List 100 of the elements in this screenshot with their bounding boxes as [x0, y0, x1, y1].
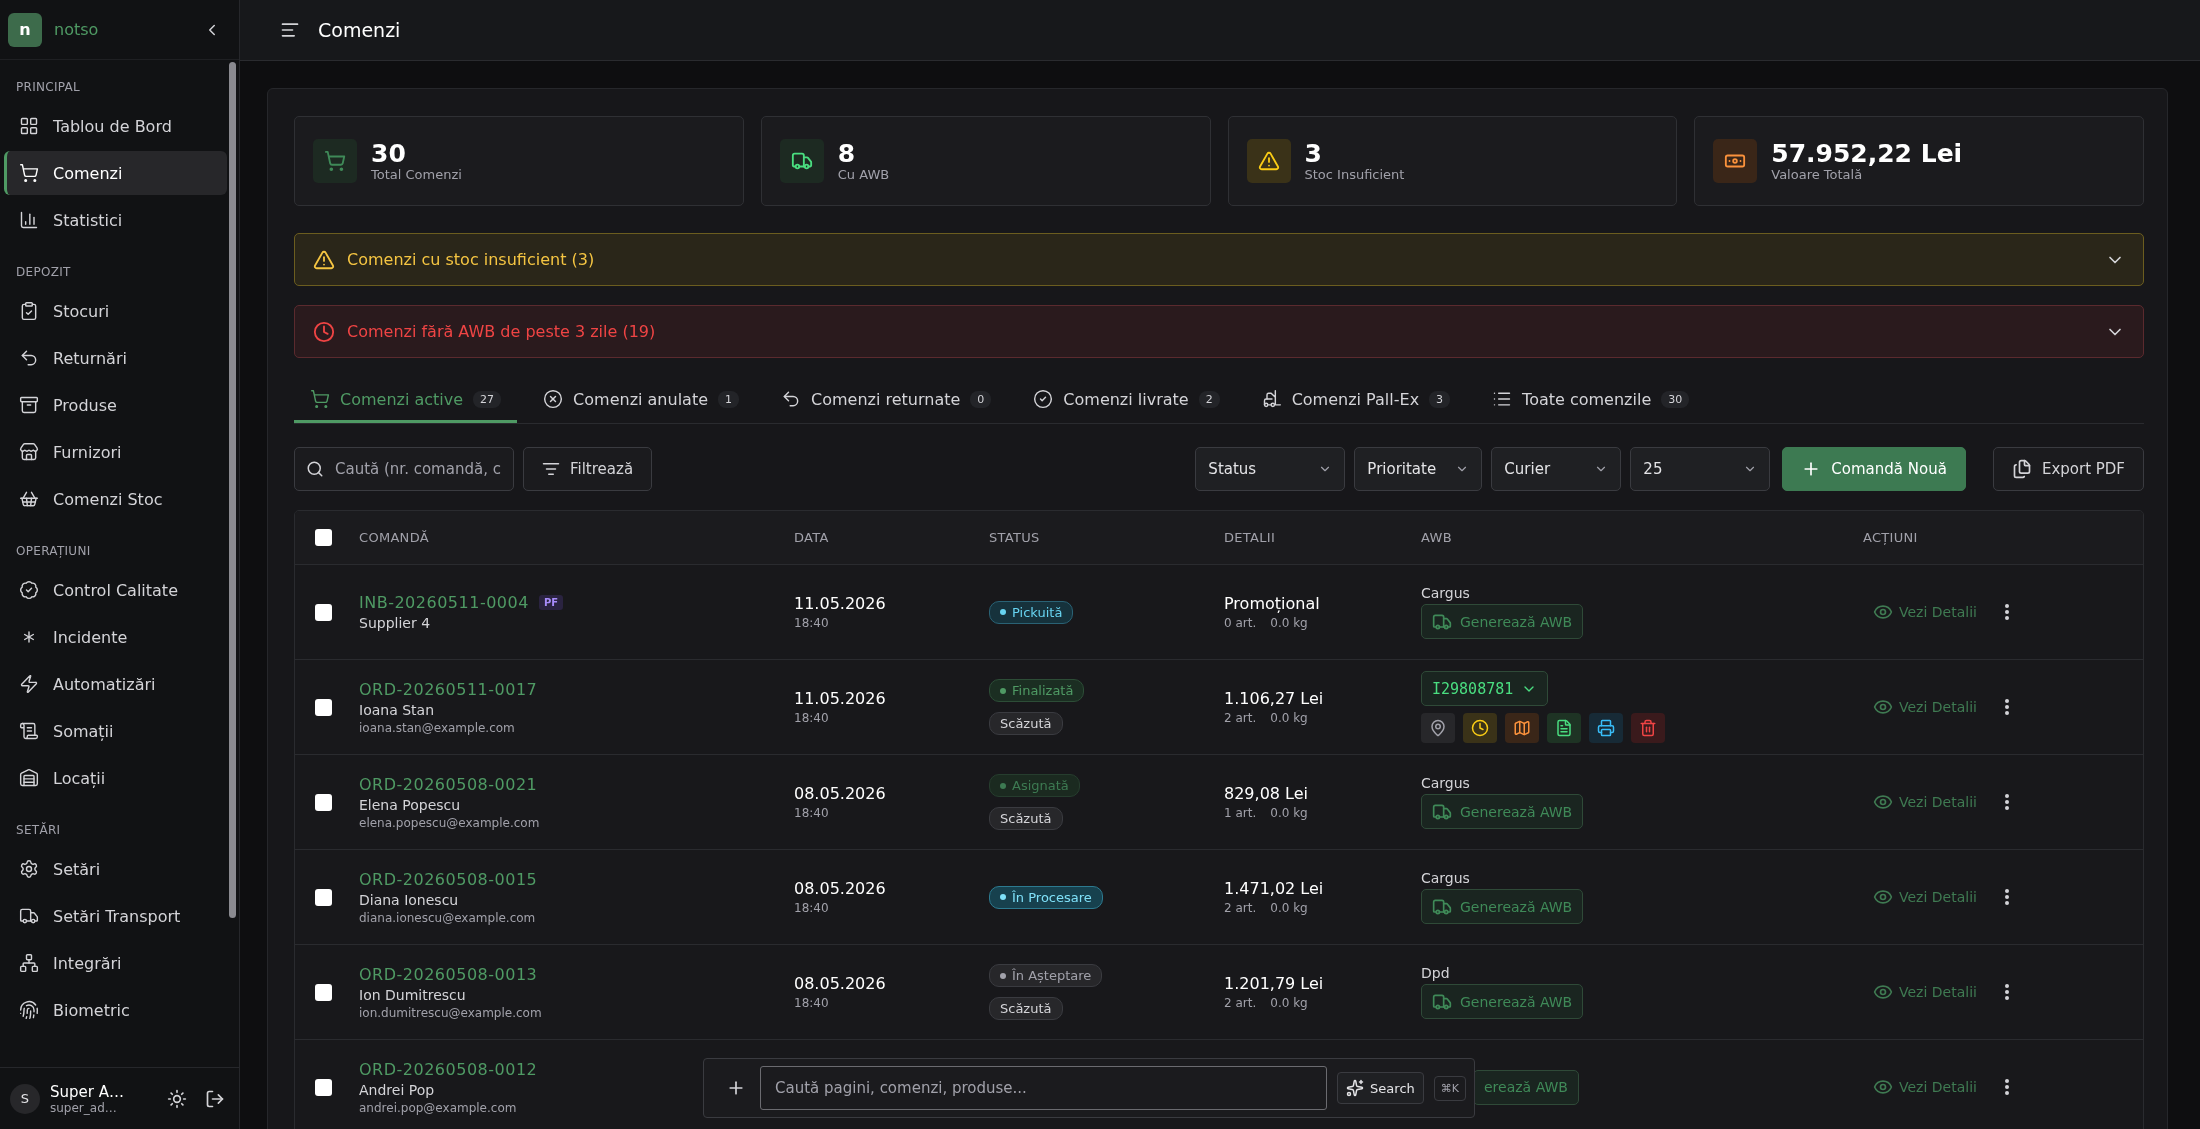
order-link[interactable]: ORD-20260508-0015 — [359, 869, 538, 889]
tab[interactable]: Toate comenzile 30 — [1476, 378, 1706, 423]
more-icon — [2004, 984, 2009, 1000]
sidebar-item[interactable]: Tablou de Bord — [4, 104, 227, 148]
cart-icon — [313, 139, 357, 183]
generate-awb-button[interactable]: Generează AWB — [1421, 794, 1584, 829]
search-field[interactable]: Caută (nr. comandă, c — [294, 447, 514, 491]
checkbox[interactable] — [315, 529, 332, 546]
cart-icon — [310, 389, 330, 409]
view-details-link[interactable]: Vezi Detalii — [1873, 1077, 1977, 1097]
tab-count: 27 — [473, 390, 502, 408]
sidebar-item[interactable]: Produse — [4, 383, 227, 427]
tab[interactable]: Comenzi livrate 2 — [1017, 378, 1236, 423]
trash-button[interactable] — [1631, 713, 1665, 743]
more-button[interactable] — [2004, 889, 2009, 905]
generate-awb-button[interactable]: erează AWB — [1473, 1069, 1579, 1105]
printer-button[interactable] — [1589, 713, 1623, 743]
tab[interactable]: Comenzi anulate 1 — [527, 378, 755, 423]
select-dropdown[interactable]: Curier — [1491, 447, 1622, 491]
more-icon — [2004, 699, 2009, 715]
order-link[interactable]: ORD-20260508-0012 — [359, 1059, 538, 1079]
view-details-link[interactable]: Vezi Detalii — [1873, 887, 1977, 907]
sidebar-item[interactable]: Control Calitate — [4, 568, 227, 612]
alert-banner[interactable]: Comenzi fără AWB de peste 3 zile (19) — [294, 305, 2144, 358]
column-header: DETALII — [1224, 530, 1277, 545]
sidebar-item[interactable]: Biometric — [4, 988, 227, 1032]
more-button[interactable] — [2004, 699, 2009, 715]
view-details-link[interactable]: Vezi Detalii — [1873, 697, 1977, 717]
sidebar-item[interactable]: Somații — [4, 709, 227, 753]
more-button[interactable] — [2004, 794, 2009, 810]
checkbox[interactable] — [315, 983, 332, 1001]
sidebar-item[interactable]: Setări Transport — [4, 894, 227, 938]
tab-count: 1 — [718, 390, 739, 408]
checkbox[interactable] — [315, 888, 332, 906]
sidebar-item[interactable]: Comenzi Stoc — [4, 477, 227, 521]
order-value: Promoțional — [1224, 594, 1320, 613]
section-title: OPERAȚIUNI — [15, 543, 92, 560]
truck-icon — [779, 139, 824, 183]
select-dropdown[interactable]: 25 — [1630, 447, 1771, 491]
checkbox[interactable] — [315, 1078, 332, 1096]
generate-awb-button[interactable]: Generează AWB — [1421, 889, 1584, 924]
select-dropdown[interactable]: Status — [1195, 447, 1346, 491]
order-link[interactable]: INB-20260511-0004 — [359, 593, 529, 612]
tab[interactable]: Comenzi Pall-Ex 3 — [1245, 378, 1467, 423]
carrier-name: Cargus — [1421, 870, 1470, 886]
more-button[interactable] — [2004, 1079, 2009, 1095]
filter-button[interactable]: Filtrează — [523, 447, 653, 491]
alert-banner[interactable]: Comenzi cu stoc insuficient (3) — [294, 233, 2144, 286]
generate-awb-button[interactable]: Generează AWB — [1421, 984, 1584, 1019]
map-pin-button[interactable] — [1421, 713, 1455, 743]
sidebar-item[interactable]: Incidente — [4, 615, 227, 659]
sidebar-item[interactable]: Comenzi — [4, 151, 227, 195]
printer-icon — [1597, 719, 1615, 737]
sidebar-item[interactable]: Stocuri — [4, 289, 227, 333]
view-details-link[interactable]: Vezi Detalii — [1873, 982, 1977, 1002]
search-icon — [306, 460, 324, 478]
sidebar-item[interactable]: Statistici — [4, 198, 227, 242]
order-link[interactable]: ORD-20260508-0013 — [359, 964, 538, 984]
document-button[interactable] — [1547, 713, 1581, 743]
tab[interactable]: Comenzi returnate 0 — [765, 378, 1008, 423]
generate-awb-button[interactable]: Generează AWB — [1421, 604, 1584, 639]
order-weight: 0.0 kg — [1270, 996, 1308, 1010]
nav-icon — [19, 906, 39, 926]
awb-dropdown[interactable]: I29808781 — [1421, 671, 1549, 706]
order-value: 1.471,02 Lei — [1224, 879, 1324, 898]
forklift-icon — [1261, 389, 1282, 409]
order-link[interactable]: ORD-20260511-0017 — [359, 679, 538, 699]
sidebar-item[interactable]: Integrări — [4, 941, 227, 985]
command-search-field[interactable]: Caută pagini, comenzi, produse... — [760, 1066, 1328, 1110]
return-icon — [781, 389, 801, 409]
checkbox[interactable] — [315, 698, 332, 716]
order-weight: 0.0 kg — [1270, 806, 1308, 820]
new-order-button[interactable]: Comandă Nouă — [1782, 447, 1966, 491]
tab-count: 2 — [1198, 390, 1220, 408]
select-dropdown[interactable]: Prioritate — [1354, 447, 1483, 491]
order-date: 11.05.2026 — [794, 594, 886, 613]
sidebar-item[interactable]: Automatizări — [4, 662, 227, 706]
eye-icon — [1873, 602, 1893, 622]
map-button[interactable] — [1505, 713, 1539, 743]
view-details-link[interactable]: Vezi Detalii — [1873, 792, 1977, 812]
nav-icon — [19, 442, 39, 462]
sidebar-item[interactable]: Setări — [4, 847, 227, 891]
view-details-link[interactable]: Vezi Detalii — [1873, 602, 1977, 622]
ai-search-button[interactable]: Search — [1337, 1072, 1424, 1104]
more-button[interactable] — [2004, 604, 2009, 620]
order-time: 18:40 — [794, 901, 829, 915]
stat-label: Total Comenzi — [371, 167, 462, 183]
sidebar-item[interactable]: Returnări — [4, 336, 227, 380]
clock-button[interactable] — [1463, 713, 1497, 743]
checkbox[interactable] — [315, 793, 332, 811]
export-pdf-button[interactable]: Export PDF — [1992, 447, 2144, 491]
tab[interactable]: Comenzi active 27 — [294, 378, 518, 423]
more-button[interactable] — [2004, 984, 2009, 1000]
order-link[interactable]: ORD-20260508-0021 — [359, 774, 538, 794]
sidebar-item[interactable]: Locații — [4, 756, 227, 800]
customer-name: Diana Ionescu — [359, 891, 459, 908]
checkbox[interactable] — [315, 603, 332, 621]
nav-icon — [19, 721, 39, 741]
sidebar-item[interactable]: Furnizori — [4, 430, 227, 474]
scrollbar[interactable] — [229, 62, 236, 918]
